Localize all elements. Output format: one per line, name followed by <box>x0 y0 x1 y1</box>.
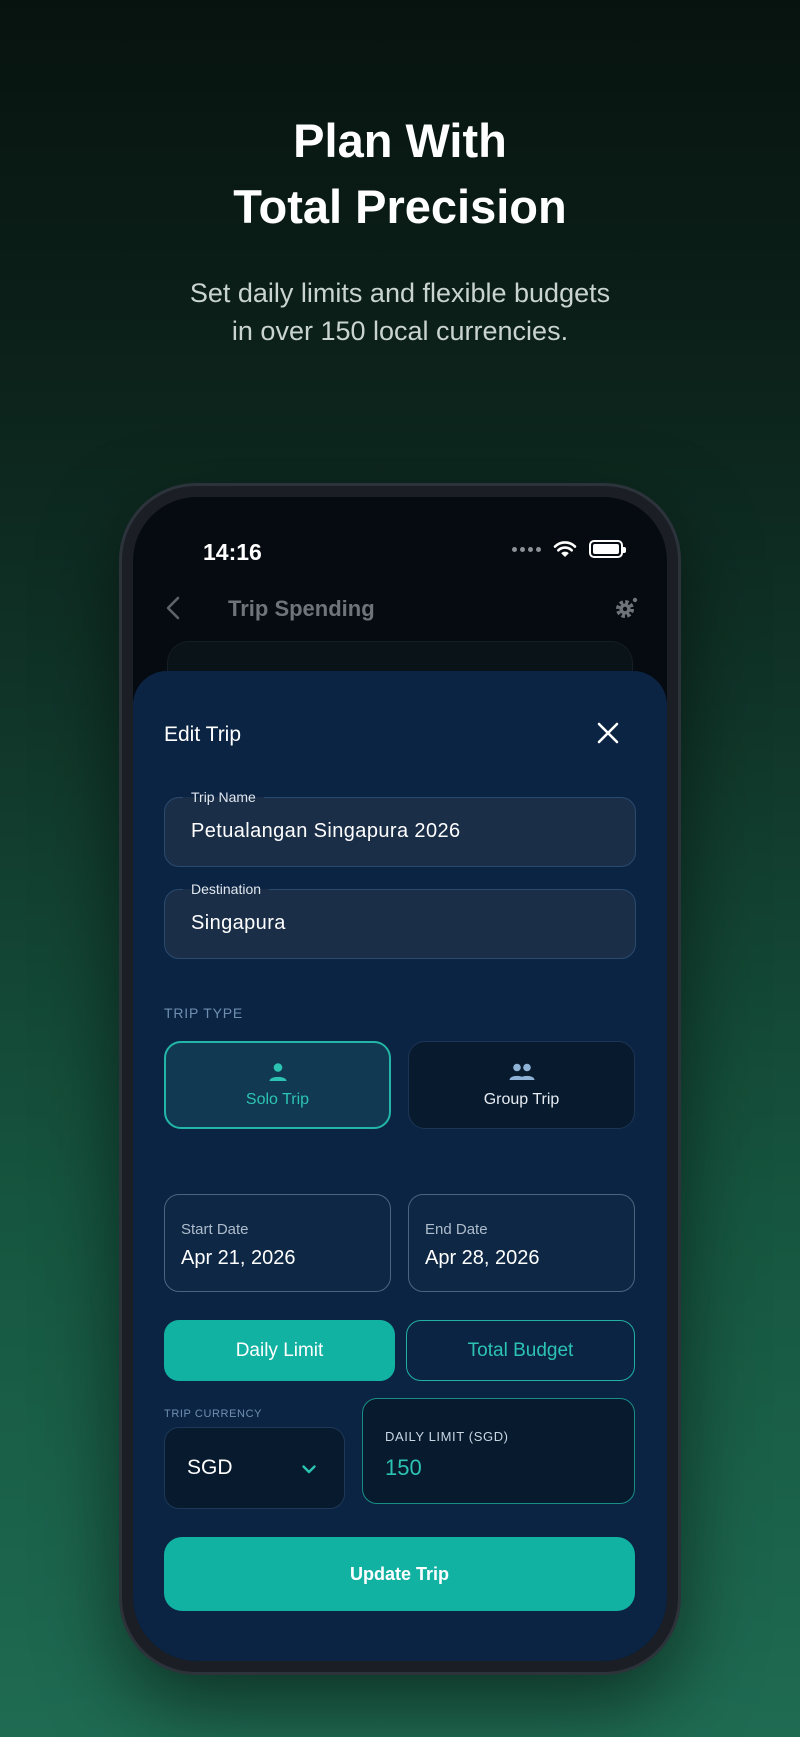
back-icon[interactable] <box>159 593 189 623</box>
phone-frame: 14:16 Trip Spending Edit Trip Trip Name … <box>122 486 678 1672</box>
hero-subtitle: Set daily limits and flexible budgets in… <box>0 274 800 350</box>
daily-limit-label: DAILY LIMIT (SGD) <box>385 1429 509 1444</box>
phone-screen: 14:16 Trip Spending Edit Trip Trip Name … <box>133 497 667 1661</box>
hero-subtitle-line-2: in over 150 local currencies. <box>231 316 569 346</box>
nav-title: Trip Spending <box>228 596 375 621</box>
end-date-label: End Date <box>425 1221 488 1238</box>
trip-name-input[interactable] <box>191 820 615 843</box>
update-trip-button[interactable]: Update Trip <box>164 1537 635 1611</box>
status-icons <box>512 540 626 558</box>
signal-icon <box>512 546 541 552</box>
destination-field: Destination <box>164 881 636 959</box>
wifi-icon <box>553 541 577 557</box>
group-trip-option[interactable]: Group Trip <box>408 1041 635 1129</box>
hero-subtitle-line-1: Set daily limits and flexible budgets <box>189 278 611 308</box>
close-icon[interactable] <box>594 719 622 747</box>
destination-label: Destination <box>183 881 270 897</box>
hero-title: Plan With Total Precision <box>0 108 800 240</box>
currency-select[interactable]: SGD <box>164 1427 345 1509</box>
start-date-label: Start Date <box>181 1221 249 1238</box>
total-budget-button[interactable]: Total Budget <box>406 1320 635 1381</box>
person-icon <box>269 1063 286 1081</box>
status-time: 14:16 <box>203 539 262 565</box>
trip-type-label: TRIP TYPE <box>164 1005 244 1021</box>
hero-title-line-2: Total Precision <box>233 180 567 233</box>
gear-icon[interactable] <box>611 593 641 623</box>
sheet-title: Edit Trip <box>164 723 242 746</box>
start-date-field[interactable]: Start Date Apr 21, 2026 <box>164 1194 391 1292</box>
trip-name-field: Trip Name <box>164 789 636 867</box>
group-trip-label: Group Trip <box>483 1091 560 1108</box>
battery-icon <box>589 540 626 558</box>
end-date-field[interactable]: End Date Apr 28, 2026 <box>408 1194 635 1292</box>
start-date-value: Apr 21, 2026 <box>181 1247 296 1269</box>
end-date-value: Apr 28, 2026 <box>425 1247 540 1269</box>
destination-input[interactable] <box>191 912 615 935</box>
trip-name-label: Trip Name <box>183 789 264 805</box>
currency-value: SGD <box>187 1456 233 1479</box>
trip-currency-label: TRIP CURRENCY <box>164 1408 263 1420</box>
group-icon <box>509 1063 534 1080</box>
edit-trip-sheet: Edit Trip Trip Name Destination TRIP TYP… <box>133 671 667 1661</box>
daily-limit-input[interactable] <box>385 1455 605 1481</box>
daily-limit-field: DAILY LIMIT (SGD) <box>362 1398 635 1504</box>
hero-title-line-1: Plan With <box>293 114 507 167</box>
solo-trip-label: Solo Trip <box>245 1091 310 1108</box>
daily-limit-button[interactable]: Daily Limit <box>164 1320 395 1381</box>
chevron-down-icon <box>302 1465 316 1474</box>
solo-trip-option[interactable]: Solo Trip <box>164 1041 391 1129</box>
